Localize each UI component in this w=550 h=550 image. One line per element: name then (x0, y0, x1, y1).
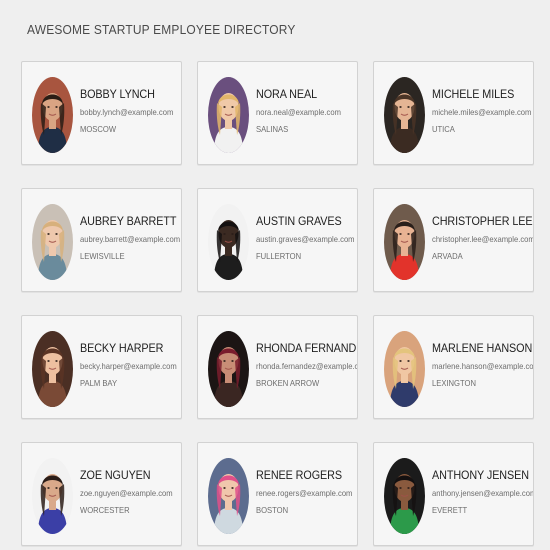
employee-city: LEXINGTON (432, 378, 476, 388)
employee-card[interactable]: NORA NEAL nora.neal@example.com SALINAS (197, 61, 358, 165)
employee-city: MOSCOW (80, 124, 117, 134)
avatar (32, 77, 73, 153)
employee-card[interactable]: RHONDA FERNANDEZ rhonda.fernandez@example… (197, 315, 358, 419)
employee-email: austin.graves@example.com (256, 234, 355, 244)
employee-city: PALM BAY (80, 378, 118, 388)
avatar (384, 204, 425, 280)
employee-city: FULLERTON (256, 251, 302, 261)
avatar (32, 331, 73, 407)
employee-name: BOBBY LYNCH (80, 87, 155, 101)
avatar (208, 331, 249, 407)
employee-email: aubrey.barrett@example.com (80, 234, 181, 244)
employee-name: MICHELE MILES (432, 87, 515, 101)
employee-info: MICHELE MILES michele.miles@example.com UT… (432, 86, 531, 134)
employee-city: ARVADA (432, 251, 463, 261)
employee-city: BOSTON (256, 505, 289, 515)
employee-email: michele.miles@example.com (432, 107, 532, 117)
employee-name: AUSTIN GRAVES (256, 214, 342, 228)
employee-email: anthony.jensen@example.com (432, 488, 534, 498)
employee-city: SALINAS (256, 124, 289, 134)
employee-info: AUBREY BARRETT aubrey.barrett@example.com… (80, 213, 181, 261)
employee-name: AUBREY BARRETT (80, 214, 177, 228)
employee-card[interactable]: ANTHONY JENSEN anthony.jensen@example.com… (373, 442, 534, 546)
employee-card[interactable]: MARLENE HANSON marlene.hanson@example.com… (373, 315, 534, 419)
avatar (208, 204, 249, 280)
avatar (32, 458, 73, 534)
avatar (208, 77, 249, 153)
employee-info: MARLENE HANSON marlene.hanson@example.com… (432, 340, 534, 388)
employee-email: marlene.hanson@example.com (432, 361, 534, 371)
employee-city: UTICA (432, 124, 455, 134)
avatar (384, 331, 425, 407)
employee-email: zoe.nguyen@example.com (80, 488, 173, 498)
employee-card[interactable]: ZOE NGUYEN zoe.nguyen@example.com WORCESTE… (21, 442, 182, 546)
employee-info: AUSTIN GRAVES austin.graves@example.com FU… (256, 213, 355, 261)
employee-info: ZOE NGUYEN zoe.nguyen@example.com WORCESTE… (80, 467, 179, 515)
employee-name: CHRISTOPHER LEE (432, 214, 533, 228)
employee-name: RHONDA FERNANDEZ (256, 341, 357, 355)
employee-info: ANTHONY JENSEN anthony.jensen@example.com… (432, 467, 534, 515)
employee-card[interactable]: BECKY HARPER becky.harper@example.com PALM… (21, 315, 182, 419)
employee-name: ANTHONY JENSEN (432, 468, 529, 482)
employee-grid: BOBBY LYNCH bobby.lynch@example.com MOSCOW… (21, 61, 534, 546)
employee-email: becky.harper@example.com (80, 361, 177, 371)
employee-name: NORA NEAL (256, 87, 318, 101)
employee-name: ZOE NGUYEN (80, 468, 151, 482)
employee-card[interactable]: CHRISTOPHER LEE christopher.lee@example.c… (373, 188, 534, 292)
employee-info: BECKY HARPER becky.harper@example.com PALM… (80, 340, 179, 388)
employee-info: BOBBY LYNCH bobby.lynch@example.com MOSCOW (80, 86, 179, 134)
employee-email: rhonda.fernandez@example.com (256, 361, 358, 371)
employee-card[interactable]: RENEE ROGERS renee.rogers@example.com BOST… (197, 442, 358, 546)
employee-city: WORCESTER (80, 505, 130, 515)
avatar (208, 458, 249, 534)
employee-email: bobby.lynch@example.com (80, 107, 174, 117)
directory-page: AWESOME STARTUP EMPLOYEE DIRECTORY BOBBY… (0, 0, 550, 550)
employee-info: NORA NEAL nora.neal@example.com SALINAS (256, 86, 355, 134)
employee-city: LEWISVILLE (80, 251, 125, 261)
employee-name: BECKY HARPER (80, 341, 164, 355)
employee-card[interactable]: BOBBY LYNCH bobby.lynch@example.com MOSCOW (21, 61, 182, 165)
avatar (384, 77, 425, 153)
employee-city: EVERETT (432, 505, 468, 515)
employee-card[interactable]: AUBREY BARRETT aubrey.barrett@example.com… (21, 188, 182, 292)
employee-name: MARLENE HANSON (432, 341, 533, 355)
avatar (32, 204, 73, 280)
employee-info: CHRISTOPHER LEE christopher.lee@example.c… (432, 213, 534, 261)
avatar (384, 458, 425, 534)
employee-email: renee.rogers@example.com (256, 488, 353, 498)
employee-name: RENEE ROGERS (256, 468, 342, 482)
page-title: AWESOME STARTUP EMPLOYEE DIRECTORY (27, 22, 296, 37)
employee-email: nora.neal@example.com (256, 107, 341, 117)
employee-card[interactable]: AUSTIN GRAVES austin.graves@example.com FU… (197, 188, 358, 292)
employee-info: RENEE ROGERS renee.rogers@example.com BOST… (256, 467, 355, 515)
employee-email: christopher.lee@example.com (432, 234, 534, 244)
employee-card[interactable]: MICHELE MILES michele.miles@example.com UT… (373, 61, 534, 165)
employee-info: RHONDA FERNANDEZ rhonda.fernandez@example… (256, 340, 358, 388)
employee-city: BROKEN ARROW (256, 378, 320, 388)
